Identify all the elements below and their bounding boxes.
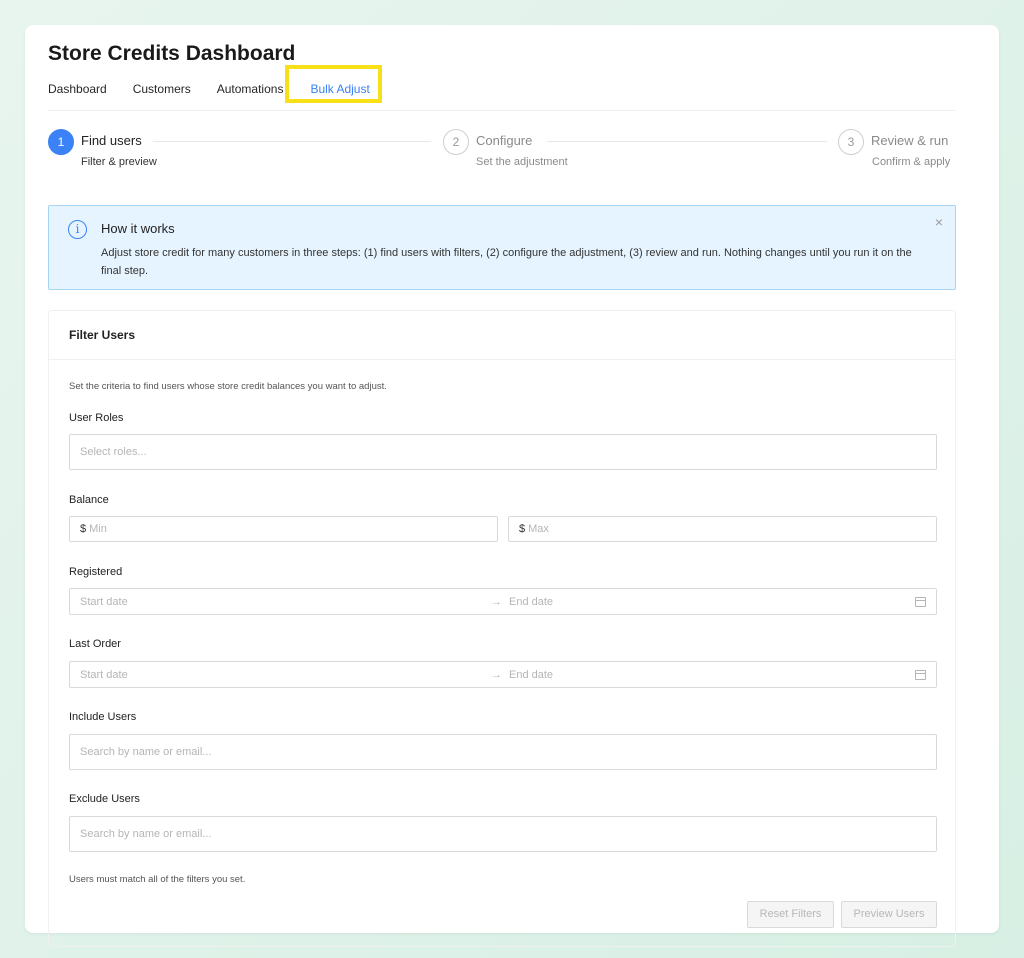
last-order-start-placeholder: Start date: [80, 668, 128, 681]
step-2-title: Configure: [476, 133, 533, 148]
info-text: Adjust store credit for many customers i…: [101, 247, 912, 277]
exclude-users-input[interactable]: Search by name or email...: [69, 816, 937, 852]
balance-max-content: $ Max: [519, 523, 549, 535]
balance-label: Balance: [69, 494, 109, 506]
tab-bar: Dashboard Customers Automations Bulk Adj…: [48, 65, 956, 111]
last-order-end-placeholder: End date: [509, 668, 554, 681]
filter-footnote: Users must match all of the filters you …: [69, 874, 246, 885]
close-icon[interactable]: ×: [935, 214, 943, 230]
arrow-right-icon: →: [491, 595, 502, 608]
step-2-number: 2: [443, 129, 469, 155]
main-card: Store Credits Dashboard Dashboard Custom…: [25, 25, 999, 947]
preview-users-button[interactable]: Preview Users: [841, 901, 937, 928]
tab-automations[interactable]: Automations: [217, 81, 284, 110]
registered-label: Registered: [69, 566, 123, 578]
info-title: How it works: [101, 221, 175, 236]
step-1-title: Find users: [81, 133, 142, 148]
step-connector: [547, 141, 827, 142]
calendar-icon[interactable]: [915, 669, 926, 680]
currency-prefix: $: [519, 523, 526, 535]
last-order-date-range[interactable]: Start date → End date: [69, 661, 937, 688]
info-alert: i How it works Adjust store credit for m…: [48, 205, 956, 290]
page-title: Store Credits Dashboard: [48, 42, 296, 65]
user-roles-placeholder: Select roles...: [80, 446, 147, 458]
content: Store Credits Dashboard Dashboard Custom…: [48, 41, 956, 947]
last-order-label: Last Order: [69, 638, 121, 650]
registered-date-range[interactable]: Start date → End date: [69, 588, 937, 615]
balance-max-placeholder: Max: [528, 523, 549, 535]
calendar-icon[interactable]: [915, 596, 926, 607]
exclude-users-placeholder: Search by name or email...: [80, 828, 212, 840]
step-2-description: Set the adjustment: [476, 156, 568, 168]
tab-bulk-adjust[interactable]: Bulk Adjust: [310, 81, 369, 110]
user-roles-label: User Roles: [69, 412, 124, 424]
balance-min-placeholder: Min: [89, 523, 107, 535]
filter-hint: Set the criteria to find users whose sto…: [69, 381, 387, 392]
step-3-title: Review & run: [871, 133, 949, 148]
include-users-placeholder: Search by name or email...: [80, 746, 212, 758]
reset-filters-button[interactable]: Reset Filters: [747, 901, 834, 928]
registered-start-placeholder: Start date: [80, 595, 128, 608]
currency-prefix: $: [80, 523, 87, 535]
balance-min-content: $ Min: [80, 523, 107, 535]
balance-max-input[interactable]: $ Max: [508, 516, 937, 542]
step-connector: [153, 141, 431, 142]
registered-end-placeholder: End date: [509, 595, 554, 608]
include-users-input[interactable]: Search by name or email...: [69, 734, 937, 770]
exclude-users-label: Exclude Users: [69, 793, 140, 805]
step-3-description: Confirm & apply: [872, 156, 951, 168]
step-1-description: Filter & preview: [81, 156, 157, 168]
include-users-label: Include Users: [69, 711, 137, 723]
steps: 1 Find users Filter & preview 2 Configur…: [48, 113, 956, 173]
info-icon: i: [68, 220, 87, 239]
tab-dashboard[interactable]: Dashboard: [48, 81, 107, 110]
balance-min-input[interactable]: $ Min: [69, 516, 498, 542]
step-1-number: 1: [48, 129, 74, 155]
tab-customers[interactable]: Customers: [133, 81, 191, 110]
user-roles-select[interactable]: Select roles...: [69, 434, 937, 470]
step-3-number: 3: [838, 129, 864, 155]
filter-card: Filter Users Set the criteria to find us…: [48, 310, 956, 947]
filter-title: Filter Users: [49, 311, 955, 360]
arrow-right-icon: →: [491, 668, 502, 681]
